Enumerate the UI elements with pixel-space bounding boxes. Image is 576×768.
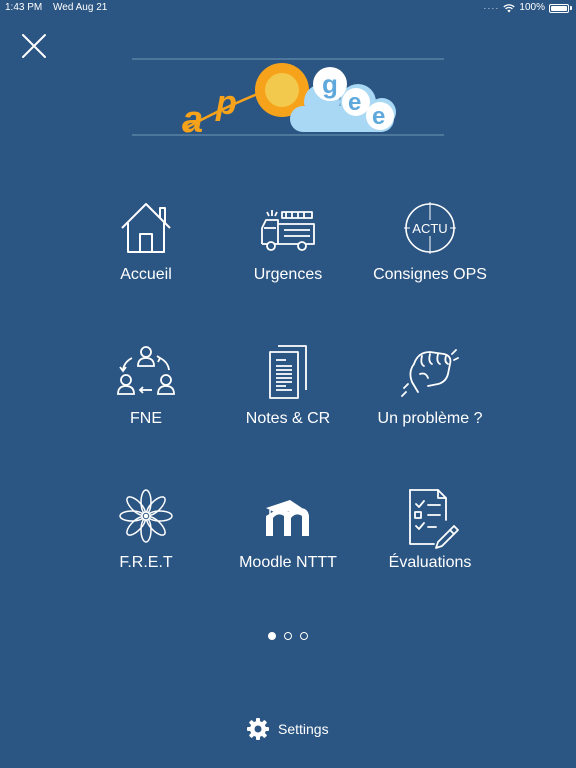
actu-icon: ACTU	[404, 202, 456, 254]
documents-icon	[269, 345, 307, 399]
menu-item-label: Évaluations	[388, 554, 472, 571]
gear-icon	[247, 718, 269, 740]
battery-icon	[549, 3, 569, 13]
logo-letter-p: p	[215, 84, 237, 122]
fire-truck-icon	[261, 210, 315, 251]
menu-item-urgences[interactable]: Urgences	[213, 198, 363, 308]
menu-item-evaluations[interactable]: Évaluations	[355, 486, 505, 596]
menu-item-fne[interactable]: FNE	[71, 342, 221, 452]
status-left: 1:43 PM Wed Aug 21	[5, 0, 115, 16]
actu-icon-text: ACTU	[412, 221, 447, 236]
settings-button[interactable]: Settings	[246, 717, 329, 741]
page-dot-2[interactable]	[284, 632, 292, 640]
menu-item-un-probleme[interactable]: Un problème ?	[355, 342, 505, 452]
status-right: ···· 100%	[483, 0, 572, 16]
menu-item-consignes-ops[interactable]: ACTU Consignes OPS	[355, 198, 505, 308]
menu-item-accueil[interactable]: Accueil	[71, 198, 221, 308]
logo-letter-e2: e	[372, 103, 385, 130]
signal-dots-icon: ····	[483, 3, 500, 13]
apogee-logo: a p g e e	[132, 58, 444, 138]
menu-item-label: Urgences	[253, 266, 323, 283]
team-cycle-icon	[117, 346, 175, 395]
menu-item-label: Accueil	[120, 266, 172, 283]
menu-item-moodle-nttt[interactable]: Moodle NTTT	[213, 486, 363, 596]
menu-item-label: Notes & CR	[245, 410, 331, 427]
battery-tip	[570, 6, 572, 10]
menu-item-label: Moodle NTTT	[239, 554, 337, 571]
status-bar: 1:43 PM Wed Aug 21 ···· 100%	[0, 0, 576, 16]
clenched-fist-icon	[401, 349, 459, 397]
page-dot-3[interactable]	[300, 632, 308, 640]
status-time: 1:43 PM	[5, 2, 43, 13]
menu-item-label: Consignes OPS	[373, 266, 487, 283]
battery-percent: 100%	[519, 2, 545, 13]
menu-item-fret[interactable]: F.R.E.T	[71, 486, 221, 596]
menu-item-notes-cr[interactable]: Notes & CR	[213, 342, 363, 452]
logo-letter-g: g	[322, 69, 338, 99]
page-dot-1[interactable]	[268, 632, 276, 640]
logo-letter-e1: e	[348, 89, 361, 116]
status-date: Wed Aug 21	[53, 2, 108, 13]
settings-label: Settings	[278, 721, 329, 737]
menu-item-label: Un problème ?	[377, 410, 483, 427]
home-icon	[121, 203, 171, 253]
wifi-icon	[503, 3, 516, 12]
menu-item-label: FNE	[130, 410, 162, 427]
page-indicator	[0, 632, 576, 640]
logo-letter-a: a	[182, 99, 203, 138]
flower-icon	[119, 489, 173, 543]
evaluation-checklist-icon	[409, 489, 459, 549]
moodle-icon	[266, 500, 309, 536]
menu-item-label: F.R.E.T	[119, 554, 173, 571]
close-icon[interactable]	[18, 30, 50, 62]
